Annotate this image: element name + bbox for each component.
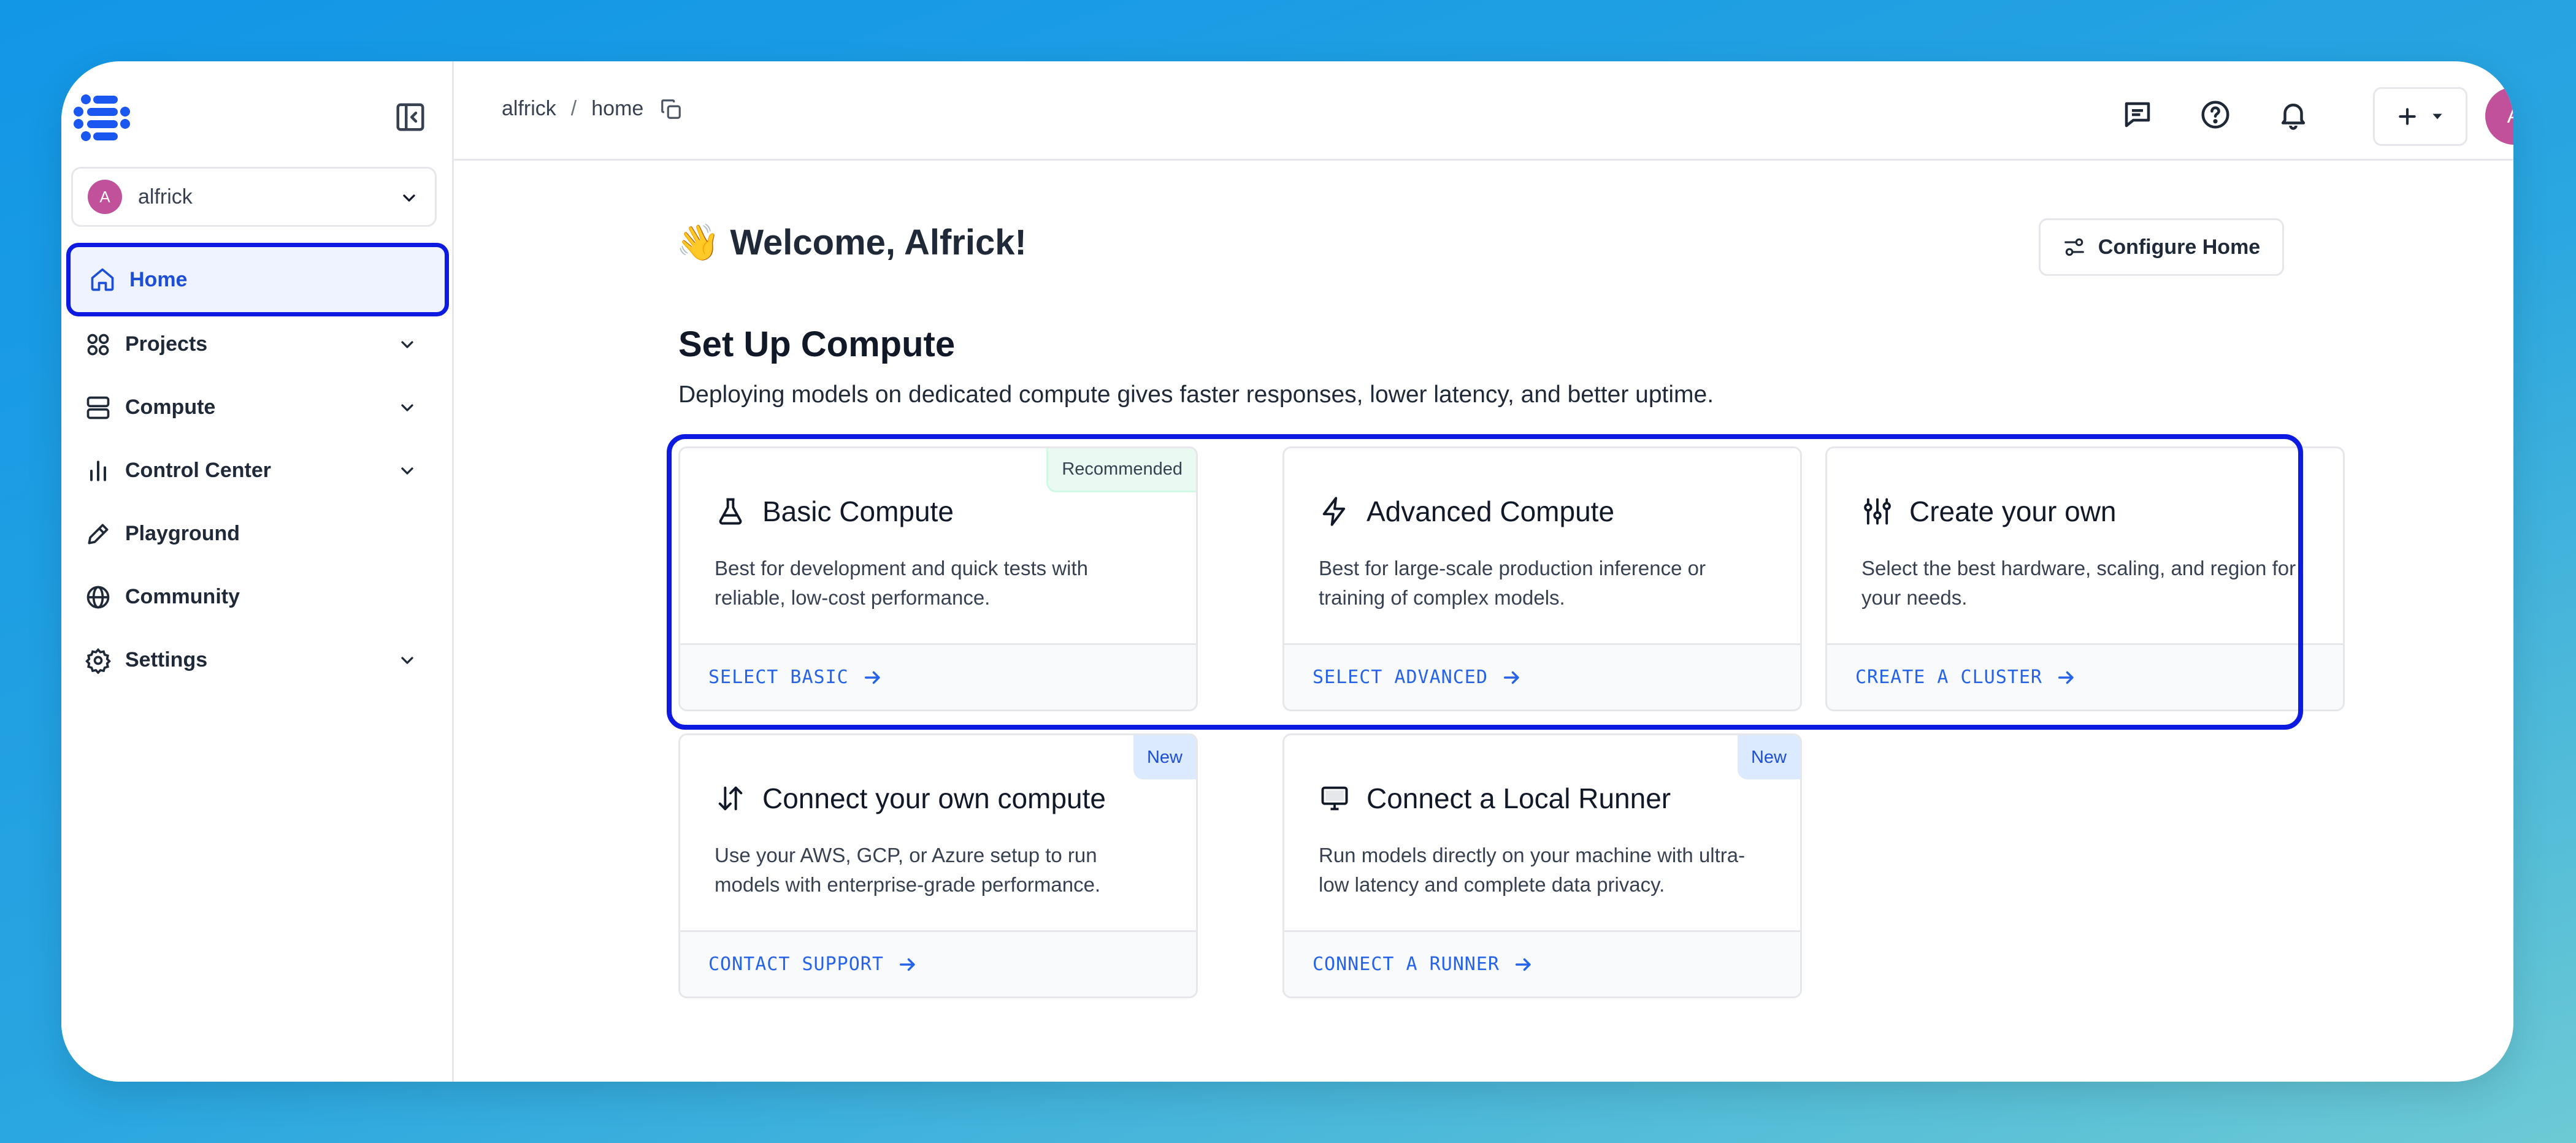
chevron-down-icon[interactable] [397, 398, 417, 418]
sidebar-item-community[interactable]: Community [61, 565, 454, 629]
arrows-updown-icon [718, 786, 743, 811]
configure-home-button[interactable]: Configure Home [2039, 218, 2284, 276]
message-icon[interactable] [2121, 98, 2154, 131]
sidebar-item-projects[interactable]: Projects [61, 313, 454, 376]
sidebar-item-compute[interactable]: Compute [61, 376, 454, 439]
card-description: Use your AWS, GCP, or Azure setup to run… [715, 844, 1101, 896]
sidebar-item-label: Settings [125, 648, 208, 671]
card-title: Connect your own compute [762, 782, 1106, 814]
bell-icon[interactable] [2277, 98, 2310, 131]
home-icon [89, 266, 116, 293]
sidebar-item-playground[interactable]: Playground [61, 502, 454, 565]
caret-down-icon [2432, 113, 2442, 120]
copy-icon[interactable] [659, 97, 683, 121]
chevron-down-icon[interactable] [397, 335, 417, 354]
sidebar-item-settings[interactable]: Settings [61, 629, 454, 692]
sidebar-item-label: Home [129, 267, 188, 291]
pencil-icon [85, 521, 112, 548]
breadcrumb: alfrick / home [502, 97, 683, 121]
org-selector[interactable]: A alfrick [71, 167, 437, 227]
sidebar-item-label: Playground [125, 522, 240, 545]
plus-icon [2399, 108, 2416, 125]
arrow-right-icon [899, 958, 915, 971]
settings-sliders-icon [2064, 238, 2084, 256]
sidebar-item-home[interactable]: Home [66, 243, 449, 316]
compute-card-local-runner[interactable]: New Connect a Local Runner Run models di… [1282, 733, 1802, 998]
new-badge: New [1737, 735, 1800, 779]
section-title: Set Up Compute [678, 324, 956, 364]
app-window: A alfrick Home Projects Compute Control … [61, 61, 2513, 1082]
globe-icon [85, 584, 112, 611]
org-name: alfrick [138, 185, 193, 208]
gear-icon [85, 647, 112, 674]
sidebar-nav: Home Projects Compute Control Center Pla… [61, 243, 454, 692]
compute-card-byo[interactable]: New Connect your own compute Use your AW… [678, 733, 1198, 998]
sidebar-item-label: Compute [125, 396, 216, 419]
card-action-label: CONNECT A RUNNER [1313, 954, 1500, 975]
arrow-right-icon [1515, 958, 1531, 971]
card-title-row: Connect your own compute [715, 782, 1106, 815]
sidebar-item-label: Projects [125, 332, 208, 356]
top-bar: alfrick / home A [454, 61, 2513, 161]
new-badge: New [1133, 735, 1196, 779]
sidebar-item-control-center[interactable]: Control Center [61, 439, 454, 502]
collapse-sidebar-icon[interactable] [394, 101, 427, 134]
chevron-down-icon[interactable] [397, 461, 417, 481]
card-description: Run models directly on your machine with… [1319, 844, 1746, 896]
chevron-down-icon [403, 194, 415, 202]
user-avatar[interactable]: A [2485, 87, 2513, 145]
grid-icon [85, 331, 112, 358]
highlight-box [667, 434, 2303, 730]
card-action-label: CONTACT SUPPORT [708, 954, 884, 975]
page-title: 👋 Welcome, Alfrick! [676, 223, 1027, 262]
create-menu-button[interactable] [2373, 87, 2467, 146]
org-avatar: A [88, 180, 122, 214]
configure-home-label: Configure Home [2098, 235, 2261, 259]
bar-chart-icon [85, 457, 112, 484]
section-description: Deploying models on dedicated compute gi… [678, 381, 1714, 408]
help-icon[interactable] [2199, 98, 2232, 131]
sidebar: A alfrick Home Projects Compute Control … [61, 61, 454, 1082]
app-logo[interactable] [72, 93, 131, 142]
chevron-down-icon[interactable] [397, 651, 417, 670]
breadcrumb-separator: / [570, 97, 577, 120]
breadcrumb-org[interactable]: alfrick [502, 97, 556, 121]
sidebar-item-label: Control Center [125, 459, 271, 482]
contact-support-link[interactable]: CONTACT SUPPORT [680, 930, 1196, 996]
connect-runner-link[interactable]: CONNECT A RUNNER [1284, 930, 1800, 996]
card-title: Connect a Local Runner [1367, 782, 1671, 814]
card-title-row: Connect a Local Runner [1319, 782, 1671, 815]
server-icon [85, 394, 112, 421]
sidebar-item-label: Community [125, 585, 240, 608]
monitor-icon [1321, 786, 1348, 811]
breadcrumb-page[interactable]: home [591, 97, 643, 121]
